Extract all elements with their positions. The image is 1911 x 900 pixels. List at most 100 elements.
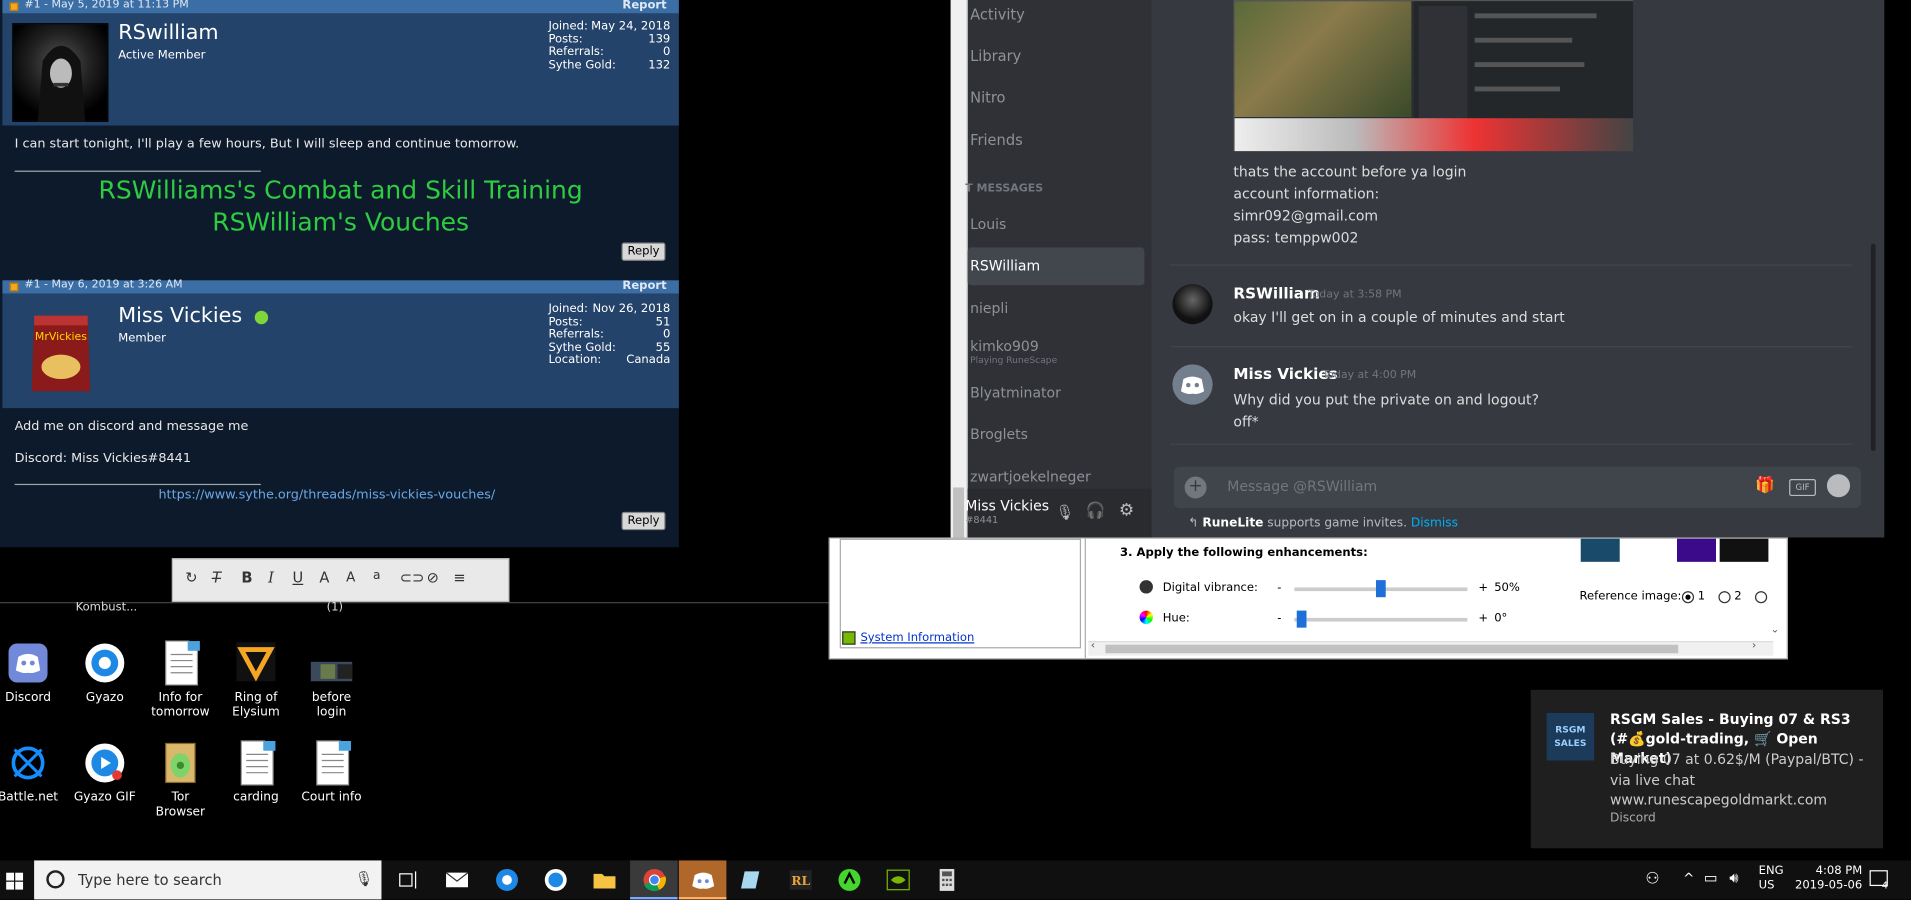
people-icon[interactable]: ⚇ (1645, 870, 1659, 888)
gyazo-taskbar-icon[interactable] (494, 868, 521, 892)
text-color-icon[interactable]: A (319, 569, 329, 586)
scroll-thumb[interactable] (1105, 644, 1679, 654)
gift-icon[interactable]: 🎁 (1755, 477, 1775, 495)
desktop-icon-gyazo-gif[interactable]: Gyazo GIF (69, 740, 140, 806)
search-input[interactable]: Type here to search (78, 871, 222, 888)
signature-link-vouches[interactable]: RSWilliam's Vouches (2, 206, 678, 238)
hue-icon (1139, 610, 1153, 624)
reference-radio-2[interactable] (1718, 591, 1731, 604)
desktop-icon-label: Court info (301, 790, 362, 805)
miss-vickies-avatar[interactable] (1172, 364, 1213, 405)
desktop-icon-tor-browser[interactable]: Tor Browser (145, 740, 216, 820)
gif-icon[interactable]: GIF (1789, 478, 1816, 497)
user-stat-row: Referrals: 0 (548, 329, 670, 342)
dm-item-niepli[interactable]: niepli (970, 300, 1008, 317)
dismiss-link[interactable]: Dismiss (1411, 517, 1458, 530)
signature-link-training[interactable]: RSWilliams's Combat and Skill Training (2, 174, 678, 206)
taskbar-search-box[interactable]: Type here to search 🎙 (34, 860, 382, 900)
username[interactable]: Miss Vickies (118, 303, 242, 327)
clock[interactable]: 4:08 PM 2019-05-06 (1789, 864, 1862, 893)
dm-item-blyatminator[interactable]: Blyatminator (970, 384, 1061, 401)
rswilliam-avatar[interactable] (1172, 283, 1213, 325)
emoji-icon[interactable] (1826, 474, 1851, 498)
signature-link[interactable]: https://www.sythe.org/threads/miss-vicki… (158, 488, 495, 503)
horizontal-scrollbar[interactable]: ‹ › (1088, 640, 1774, 656)
headphones-icon[interactable]: 🎧 (1086, 502, 1106, 520)
scroll-down-icon[interactable]: ⌄ (1771, 624, 1779, 635)
desktop-icon-before-login[interactable]: before login (296, 640, 367, 720)
reply-button[interactable]: Reply (621, 511, 666, 531)
task-view-icon[interactable] (395, 868, 422, 892)
desktop-icon-court-info[interactable]: Court info (296, 740, 367, 806)
italic-icon[interactable]: I (268, 569, 274, 586)
nvidia-taskbar-icon[interactable] (885, 868, 912, 892)
hue-slider-track[interactable] (1294, 610, 1468, 628)
toast-notification[interactable]: RSGM SALES RSGM Sales - Buying 07 & RS3 … (1530, 689, 1883, 849)
unlink-icon[interactable]: ⊘ (427, 569, 439, 586)
username[interactable]: RSwilliam (118, 21, 218, 45)
dm-item-louis[interactable]: Louis (970, 216, 1006, 233)
desktop-icon-carding[interactable]: carding (221, 740, 292, 806)
user-stat-row: Joined: Nov 26, 2018 (548, 303, 670, 316)
discord-taskbar-icon[interactable] (690, 868, 717, 892)
notepad-icon[interactable] (739, 868, 766, 892)
desktop-icon-battlenet[interactable]: Battle.net (0, 740, 63, 806)
hue-slider-thumb[interactable] (1296, 610, 1307, 628)
razer-icon[interactable] (836, 868, 863, 892)
desktop-icon-ring-of-elysium[interactable]: Ring of Elysium (221, 640, 292, 720)
user-avatar[interactable] (12, 23, 109, 122)
clear-format-icon[interactable]: T̶ (212, 569, 221, 586)
dm-item-rswilliam[interactable]: RSWilliam (970, 257, 1040, 274)
chrome-icon[interactable] (641, 868, 668, 892)
file-explorer-icon[interactable] (591, 868, 618, 892)
calculator-icon[interactable] (934, 868, 961, 892)
report-link[interactable]: Report (622, 279, 666, 292)
settings-gear-icon[interactable]: ⚙ (1119, 501, 1134, 521)
draft-icon[interactable]: ↻ (185, 569, 197, 586)
microphone-icon[interactable]: 🎙 (1055, 503, 1074, 520)
reference-radio-3[interactable] (1755, 591, 1768, 604)
dm-item-zwartjoekelneger[interactable]: zwartjoekelneger (970, 468, 1091, 485)
gyazo-gif-taskbar-icon[interactable] (542, 868, 569, 892)
underline-icon[interactable]: U (293, 569, 304, 586)
language-indicator[interactable]: ENG US (1759, 864, 1784, 893)
desktop-icon-discord[interactable]: Discord (0, 640, 63, 706)
bold-icon[interactable]: B (241, 569, 252, 586)
nav-library[interactable]: Library (970, 48, 1021, 65)
font-family-icon[interactable]: a (373, 569, 380, 582)
align-icon[interactable]: ≡ (453, 569, 465, 586)
system-information-link[interactable]: System Information (860, 631, 974, 644)
network-icon[interactable]: ▭ (1704, 869, 1718, 886)
chat-scrollbar[interactable] (1870, 243, 1876, 451)
message-input[interactable]: Message @RSWilliam (1227, 478, 1377, 495)
svg-text:RL: RL (791, 874, 810, 888)
desktop-icon-info-for-tomorrow[interactable]: Info for tomorrow (145, 640, 216, 720)
desktop-icon-gyazo[interactable]: Gyazo (69, 640, 140, 706)
report-link[interactable]: Report (622, 0, 666, 12)
scroll-right-icon[interactable]: › (1752, 640, 1756, 652)
dm-item-broglets[interactable]: Broglets (970, 425, 1028, 442)
notification-count: 4 (1881, 879, 1888, 891)
mail-icon[interactable] (444, 868, 471, 892)
message-image-attachment[interactable] (1233, 0, 1634, 152)
vibrance-slider-thumb[interactable] (1375, 580, 1386, 598)
link-icon[interactable]: ⊂⊃ (400, 569, 425, 586)
reply-button[interactable]: Reply (621, 242, 666, 261)
microphone-icon[interactable]: 🎙 (355, 870, 374, 887)
nav-friends[interactable]: Friends (970, 132, 1023, 149)
runelite-icon[interactable]: RL (787, 868, 814, 892)
dm-item-kimko909[interactable]: kimko909 (970, 338, 1039, 355)
volume-icon[interactable]: 🔊︎ (1729, 869, 1738, 887)
tray-expand-icon[interactable]: ^ (1683, 870, 1694, 886)
windows-start-icon[interactable] (6, 871, 24, 890)
upload-plus-icon[interactable]: + (1184, 476, 1207, 499)
nav-activity[interactable]: Activity (970, 6, 1025, 23)
post-number-date: #1 - May 6, 2019 at 3:26 AM (24, 279, 183, 292)
vibrance-slider-track[interactable] (1294, 580, 1468, 598)
user-avatar[interactable]: MrVickies (27, 311, 95, 396)
nav-nitro[interactable]: Nitro (970, 89, 1005, 106)
font-size-icon[interactable]: A (346, 569, 355, 585)
dm-sidebar: ▼ Activity Library Nitro Friends T MESSA… (950, 0, 1152, 603)
reference-radio-1[interactable] (1681, 591, 1695, 604)
scroll-left-icon[interactable]: ‹ (1091, 640, 1095, 652)
